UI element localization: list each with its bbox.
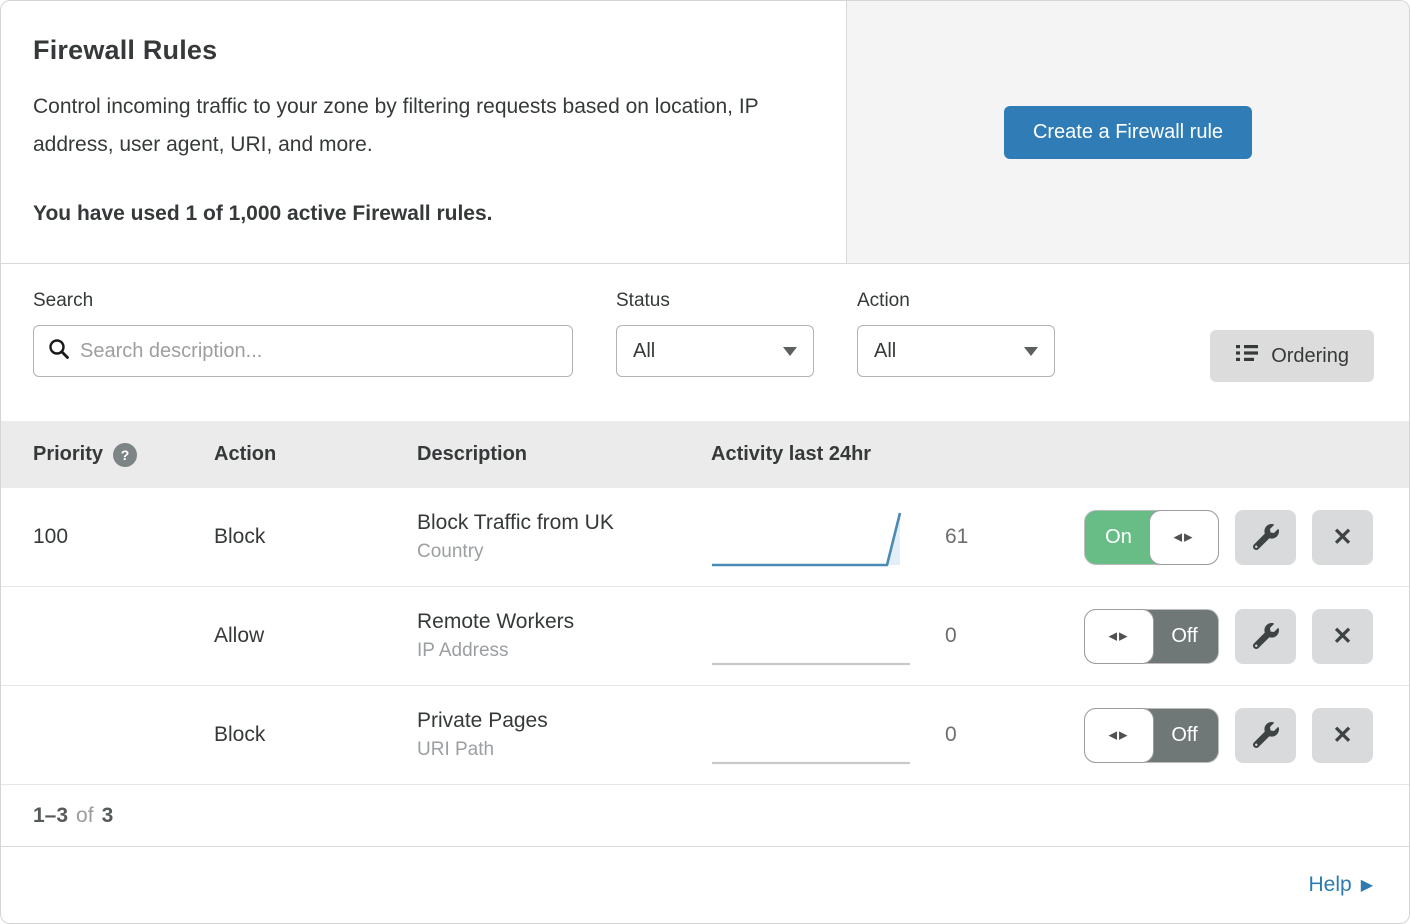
activity-count: 0 (911, 624, 1021, 648)
help-link[interactable]: Help ▶ (1308, 873, 1373, 897)
delete-rule-button[interactable]: ✕ (1312, 510, 1373, 565)
row-controls: Off ◂▸ ✕ (1084, 609, 1409, 664)
search-input[interactable] (80, 340, 558, 363)
pagination-range: 1–3 (33, 804, 68, 828)
action-select[interactable]: All (857, 325, 1055, 377)
chevron-down-icon (783, 347, 797, 356)
x-icon: ✕ (1332, 622, 1352, 651)
toggle-state-label: Off (1151, 709, 1218, 762)
x-icon: ✕ (1332, 523, 1352, 552)
page-title: Firewall Rules (33, 35, 806, 66)
row-controls: Off ◂▸ ✕ (1084, 708, 1409, 763)
left-right-arrows-icon: ◂▸ (1149, 510, 1219, 565)
left-right-arrows-icon: ◂▸ (1084, 609, 1154, 664)
priority-header-label: Priority (33, 443, 103, 466)
rule-type: URI Path (417, 739, 711, 761)
firewall-rules-table: Priority ? Action Description Activity l… (1, 421, 1409, 785)
search-label: Search (33, 290, 573, 312)
question-mark-icon[interactable]: ? (113, 443, 137, 467)
activity-sparkline (711, 605, 911, 667)
delete-rule-button[interactable]: ✕ (1312, 609, 1373, 664)
status-filter-group: Status All (616, 290, 814, 377)
toggle-state-label: Off (1151, 610, 1218, 663)
create-firewall-rule-button[interactable]: Create a Firewall rule (1004, 106, 1252, 159)
rule-enabled-toggle[interactable]: Off ◂▸ (1084, 609, 1219, 664)
row-controls: On ◂▸ ✕ (1084, 510, 1409, 565)
edit-rule-button[interactable] (1235, 510, 1296, 565)
left-right-arrows-icon: ◂▸ (1084, 708, 1154, 763)
usage-note: You have used 1 of 1,000 active Firewall… (33, 202, 806, 226)
page-description: Control incoming traffic to your zone by… (33, 88, 803, 164)
rule-enabled-toggle[interactable]: On ◂▸ (1084, 510, 1219, 565)
rule-priority: 100 (33, 525, 214, 549)
rule-enabled-toggle[interactable]: Off ◂▸ (1084, 708, 1219, 763)
activity-sparkline (711, 704, 911, 766)
rule-action: Block (214, 723, 417, 747)
rule-description-cell: Private Pages URI Path (417, 709, 711, 761)
table-row: Allow Remote Workers IP Address 0 Off ◂▸ (1, 587, 1409, 686)
action-label: Action (857, 290, 1055, 312)
edit-rule-button[interactable] (1235, 708, 1296, 763)
column-header-description: Description (417, 443, 711, 466)
chevron-down-icon (1024, 347, 1038, 356)
status-selected-value: All (633, 340, 655, 363)
column-header-action: Action (214, 443, 417, 466)
action-filter-group: Action All (857, 290, 1055, 377)
header-text-section: Firewall Rules Control incoming traffic … (1, 1, 847, 263)
rule-action: Allow (214, 624, 417, 648)
search-group: Search (33, 290, 573, 377)
column-header-activity: Activity last 24hr (711, 443, 1031, 466)
wrench-icon (1253, 722, 1279, 748)
edit-rule-button[interactable] (1235, 609, 1296, 664)
search-box (33, 325, 573, 377)
wrench-icon (1253, 623, 1279, 649)
rule-type: Country (417, 541, 711, 563)
ordering-button[interactable]: Ordering (1210, 330, 1374, 382)
table-header-row: Priority ? Action Description Activity l… (1, 421, 1409, 488)
firewall-rules-panel: Firewall Rules Control incoming traffic … (0, 0, 1410, 924)
table-row: Block Private Pages URI Path 0 Off ◂▸ (1, 686, 1409, 785)
rule-action: Block (214, 525, 417, 549)
header-action-section: Create a Firewall rule (847, 1, 1409, 263)
pagination-total: 3 (102, 804, 114, 828)
delete-rule-button[interactable]: ✕ (1312, 708, 1373, 763)
rule-type: IP Address (417, 640, 711, 662)
rule-description-cell: Block Traffic from UK Country (417, 511, 711, 563)
table-row: 100 Block Block Traffic from UK Country … (1, 488, 1409, 587)
column-header-priority: Priority ? (33, 443, 214, 467)
action-selected-value: All (874, 340, 896, 363)
filter-bar: Search Status All Action All (1, 264, 1409, 421)
right-triangle-icon: ▶ (1361, 875, 1373, 895)
activity-count: 61 (911, 525, 1021, 549)
rule-description: Remote Workers (417, 610, 711, 634)
status-select[interactable]: All (616, 325, 814, 377)
ordered-list-icon (1235, 343, 1259, 369)
help-bar: Help ▶ (1, 847, 1409, 923)
rule-description-cell: Remote Workers IP Address (417, 610, 711, 662)
rule-description: Private Pages (417, 709, 711, 733)
ordering-button-label: Ordering (1271, 345, 1349, 368)
header-band: Firewall Rules Control incoming traffic … (1, 1, 1409, 264)
toggle-state-label: On (1085, 511, 1152, 564)
activity-sparkline (711, 506, 911, 568)
activity-count: 0 (911, 723, 1021, 747)
search-icon (48, 338, 80, 365)
rule-description: Block Traffic from UK (417, 511, 711, 535)
wrench-icon (1253, 524, 1279, 550)
help-link-label: Help (1308, 873, 1351, 897)
pagination-bar: 1–3 of 3 (1, 785, 1409, 847)
pagination-of-label: of (76, 804, 94, 828)
x-icon: ✕ (1332, 721, 1352, 750)
status-label: Status (616, 290, 814, 312)
